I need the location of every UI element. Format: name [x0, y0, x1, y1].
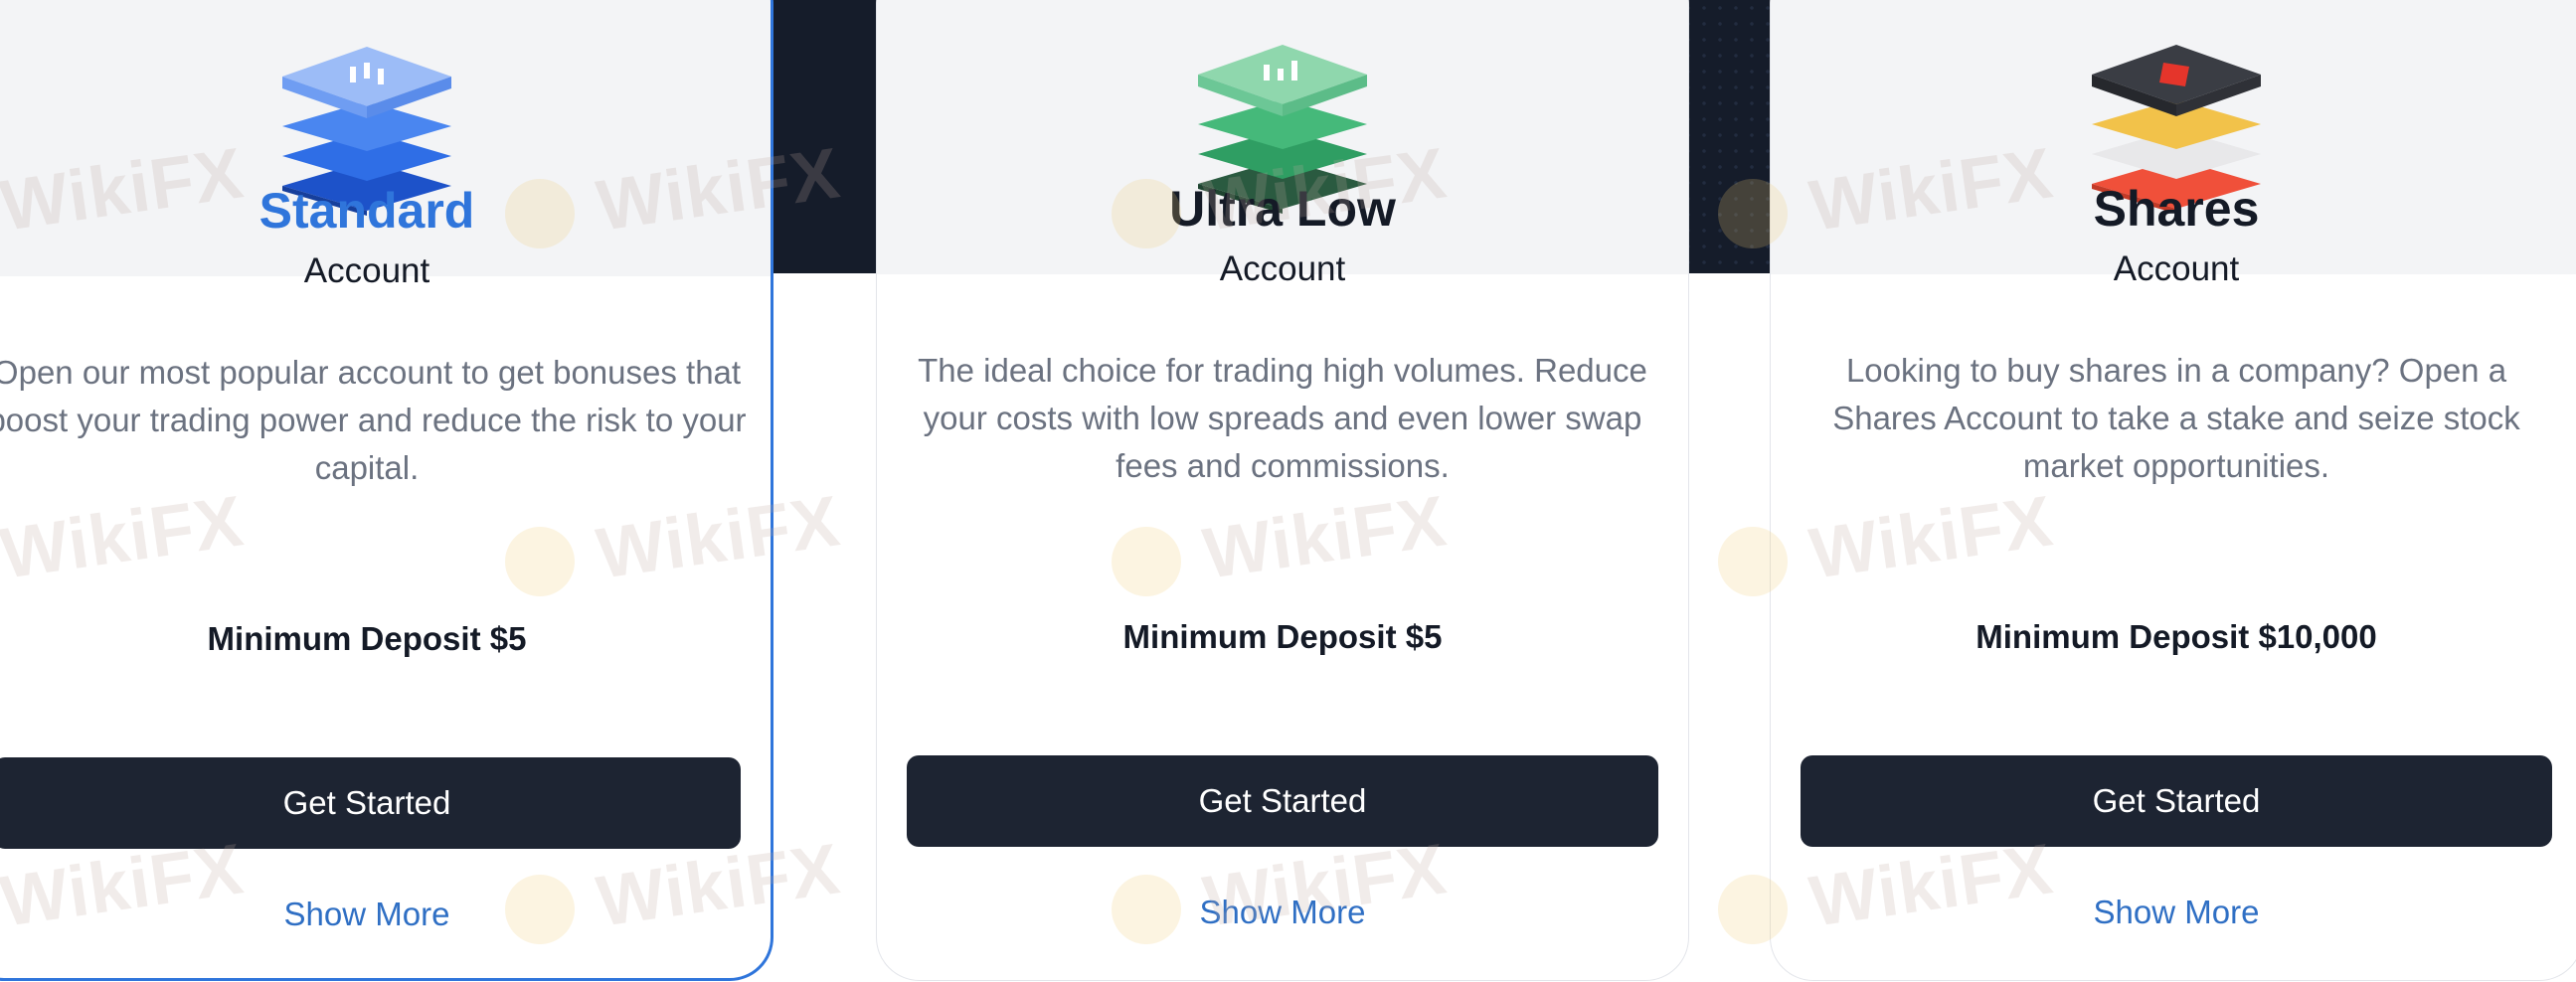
card-description: Looking to buy shares in a company? Open… — [1832, 352, 2520, 484]
card-title: Ultra Low — [1169, 181, 1396, 237]
card-title: Standard — [258, 183, 475, 239]
card-subtitle: Account — [2113, 249, 2240, 288]
card-subtitle: Account — [303, 251, 430, 290]
get-started-button[interactable]: Get Started — [907, 755, 1658, 847]
card-description: The ideal choice for trading high volume… — [918, 352, 1647, 484]
minimum-deposit: Minimum Deposit $5 — [207, 620, 527, 657]
card-description: Open our most popular account to get bon… — [0, 354, 747, 486]
account-card-standard[interactable]: Standard Account Open our most popular a… — [0, 0, 773, 981]
card-subtitle: Account — [1219, 249, 1346, 288]
minimum-deposit: Minimum Deposit $5 — [1122, 618, 1443, 655]
show-more-link[interactable]: Show More — [877, 894, 1688, 931]
get-started-button[interactable]: Get Started — [0, 757, 741, 849]
card-title: Shares — [2093, 181, 2260, 237]
account-card-ultra-low[interactable]: Ultra Low Account The ideal choice for t… — [876, 0, 1689, 981]
show-more-link[interactable]: Show More — [1771, 894, 2576, 931]
show-more-link[interactable]: Show More — [0, 896, 771, 933]
dot-pattern — [1680, 0, 1770, 273]
get-started-button[interactable]: Get Started — [1801, 755, 2552, 847]
minimum-deposit: Minimum Deposit $10,000 — [1975, 618, 2377, 655]
account-card-shares[interactable]: Shares Account Looking to buy shares in … — [1770, 0, 2576, 981]
